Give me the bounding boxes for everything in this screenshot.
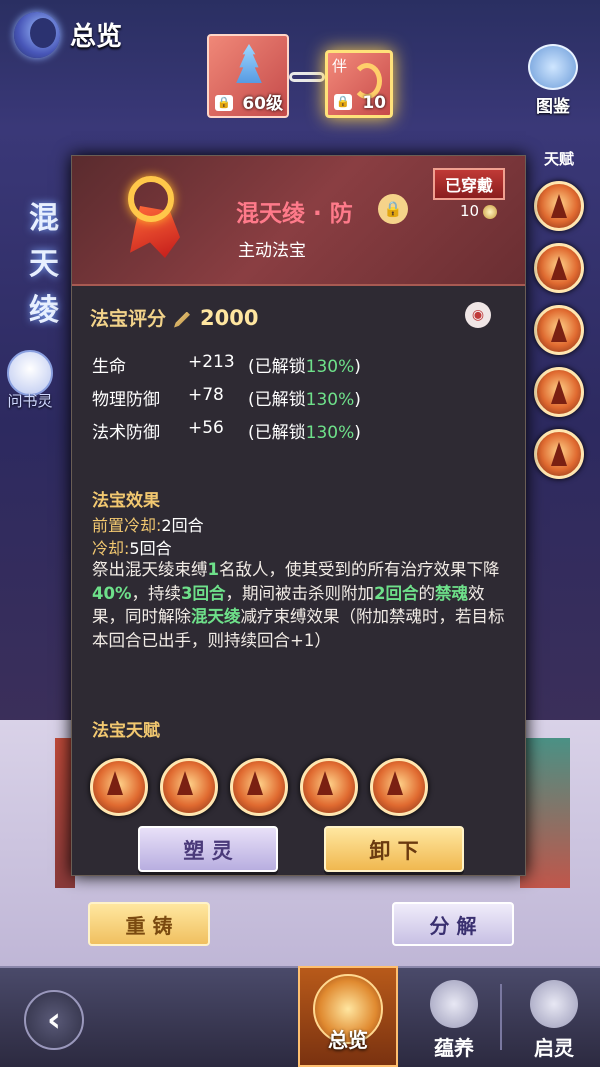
talent-bell-icon[interactable] — [90, 758, 148, 816]
recast-button[interactable]: 重 铸 — [88, 902, 210, 946]
talent-shield-icon[interactable] — [300, 758, 358, 816]
companion-slot[interactable]: 伴 🔒 10 — [325, 50, 393, 118]
talent-tower-icon[interactable] — [534, 429, 584, 479]
tower-slot[interactable]: 🔒 60级 — [207, 34, 289, 118]
companion-badge: 伴 — [332, 57, 348, 75]
effect-description: 祭出混天绫束缚1名敌人，使其受到的所有治疗效果下降40%，持续3回合，期间被击杀… — [92, 560, 505, 650]
talent-swords-icon[interactable] — [534, 305, 584, 355]
tujian-label: 图鉴 — [536, 97, 570, 117]
underlying-card-right — [520, 738, 570, 888]
tab-overview[interactable]: 总览 — [298, 966, 398, 1067]
treasure-detail-panel: 已穿戴 混天绫 · 防 🔒 10 主动法宝 法宝评分 2000 ◉ 生命 +213 … — [71, 155, 526, 876]
vertical-title: 混天绫 — [29, 201, 59, 328]
pre-cooldown: 前置冷却:2回合 — [92, 516, 204, 535]
page-title: 总览 — [70, 22, 123, 52]
talent-hat-icon[interactable] — [534, 243, 584, 293]
eye-icon[interactable]: ◉ — [465, 302, 491, 328]
wenshuling-button[interactable]: 问书灵 — [0, 350, 60, 411]
talent-tower-icon[interactable] — [370, 758, 428, 816]
talent-row — [90, 758, 428, 816]
lock-icon: 🔒 — [215, 95, 233, 111]
stat-row: 法术防御 +56 (已解锁130%) — [92, 418, 361, 443]
shape-spirit-button[interactable]: 塑 灵 — [138, 826, 278, 872]
tab-nurture-label: 蕴养 — [434, 1036, 474, 1060]
scroll-icon — [528, 44, 578, 90]
wenshuling-label: 问书灵 — [7, 392, 53, 410]
talent-header: 天赋 — [543, 150, 574, 168]
pen-icon — [174, 311, 191, 328]
panel-header: 已穿戴 混天绫 · 防 🔒 10 主动法宝 — [72, 156, 525, 286]
tab-awaken-label: 启灵 — [534, 1036, 574, 1060]
tower-level: 60级 — [242, 94, 283, 114]
effect-header: 法宝效果 — [92, 491, 160, 511]
talent-sidebar: 天赋 — [526, 148, 592, 479]
tab-overview-label: 总览 — [328, 1028, 368, 1052]
treasure-name: 混天绫 · 防 — [236, 201, 353, 227]
moon-icon[interactable] — [14, 12, 60, 58]
cauldron-icon — [430, 980, 478, 1028]
lock-icon[interactable]: 🔒 — [378, 194, 408, 224]
constellation-icon — [530, 980, 578, 1028]
talent-bell-icon[interactable] — [534, 181, 584, 231]
equipped-tag: 已穿戴 — [432, 168, 505, 200]
treasure-type: 主动法宝 — [238, 241, 306, 261]
coin-icon — [483, 204, 498, 219]
chain-icon — [289, 72, 325, 82]
score: 法宝评分 2000 — [90, 306, 259, 330]
lock-icon: 🔒 — [334, 94, 352, 110]
talent-hat-icon[interactable] — [160, 758, 218, 816]
cooldown: 冷却:5回合 — [92, 539, 172, 558]
stats-list: 生命 +213 (已解锁130%) 物理防御 +78 (已解锁130%) 法术防御 +… — [92, 352, 512, 451]
companion-level: 10 — [362, 93, 386, 113]
tab-awaken[interactable]: 启灵 — [504, 966, 600, 1067]
talent-section-header: 法宝天赋 — [92, 721, 160, 741]
tab-nurture[interactable]: 蕴养 — [404, 966, 504, 1067]
talent-swords-icon[interactable] — [230, 758, 288, 816]
stat-row: 物理防御 +78 (已解锁130%) — [92, 385, 361, 410]
back-icon[interactable]: ‹ — [24, 990, 84, 1050]
unequip-button[interactable]: 卸 下 — [324, 826, 464, 872]
stat-row: 生命 +213 (已解锁130%) — [92, 352, 361, 377]
decompose-button[interactable]: 分 解 — [392, 902, 514, 946]
treasure-level: 10 — [460, 202, 498, 220]
treasure-icon — [120, 176, 192, 266]
tujian-button[interactable]: 图鉴 — [522, 44, 584, 117]
talent-shield-icon[interactable] — [534, 367, 584, 417]
divider — [500, 984, 502, 1050]
top-bar: 总览 🔒 60级 伴 🔒 10 图鉴 — [0, 0, 600, 130]
